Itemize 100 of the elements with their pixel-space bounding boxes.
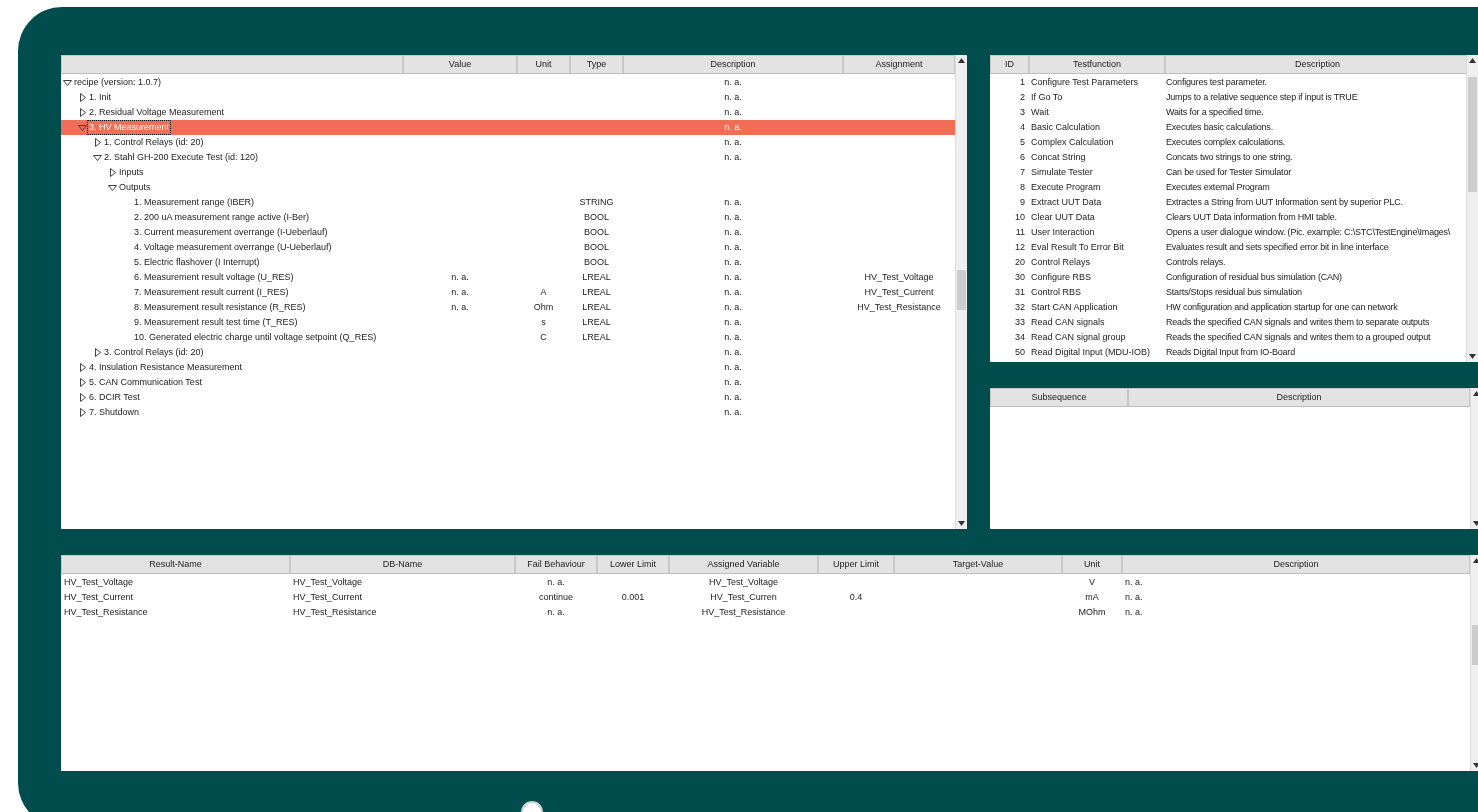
column-header[interactable]: Subsequence [990, 388, 1128, 407]
table-row[interactable]: 10 Clear UUT Data Clears UUT Data information from HMI table. [990, 210, 1466, 225]
tree-row[interactable]: 9. Measurement result test time (T_RES) s LREAL n. a. [61, 315, 955, 330]
scroll-thumb[interactable] [957, 270, 966, 310]
tree-node-label[interactable]: 7. Shutdown [88, 405, 141, 420]
expand-icon[interactable] [95, 138, 101, 147]
tree-row[interactable]: 8. Measurement result resistance (R_RES) n. a. Ohm LREAL n. a. HV_Test_Resistance [61, 300, 955, 315]
expand-icon[interactable] [80, 93, 86, 102]
tree-node-label[interactable]: 5. CAN Communication Test [88, 375, 203, 390]
scroll-down-icon[interactable] [1473, 763, 1478, 768]
tree-node-label[interactable]: 4. Insulation Resistance Measurement [88, 360, 244, 375]
tree-node-label[interactable]: 1. Control Relays (id: 20) [103, 135, 205, 150]
tree-row[interactable]: 7. Measurement result current (I_RES) n. a. A LREAL n. a. HV_Test_Current [61, 285, 955, 300]
tree-row[interactable]: 1. Measurement range (IBER) STRING n. a. [61, 195, 955, 210]
column-header[interactable]: Value [403, 55, 517, 74]
scroll-down-icon[interactable] [1469, 354, 1476, 359]
tree-row[interactable]: 6. DCIR Test n. a. [61, 390, 955, 405]
expand-icon[interactable] [80, 108, 86, 117]
tree-row[interactable]: 5. Electric flashover (I Interrupt) BOOL n. a. [61, 255, 955, 270]
scroll-up-icon[interactable] [1473, 558, 1478, 563]
tree-row[interactable]: Outputs [61, 180, 955, 195]
table-row[interactable]: 6 Concat String Concats two strings to one string. [990, 150, 1466, 165]
tree-row[interactable]: 3. Current measurement overrange (I-Ueberlauf) BOOL n. a. [61, 225, 955, 240]
tree-node-label[interactable]: 1. Init [88, 90, 112, 105]
tree-row[interactable]: 4. Insulation Resistance Measurement n. a. [61, 360, 955, 375]
expand-icon[interactable] [80, 408, 86, 417]
tree-row[interactable]: 4. Voltage measurement overrange (U-Ueberlauf) BOOL n. a. [61, 240, 955, 255]
tree-node-label[interactable]: 6. DCIR Test [88, 390, 141, 405]
table-row[interactable]: 2 If Go To Jumps to a relative sequence step if input is TRUE [990, 90, 1466, 105]
table-row[interactable]: HV_Test_Current HV_Test_Current continue 0.001 HV_Test_Curren 0.4 mA n. a. [61, 590, 1470, 605]
column-header[interactable]: Result-Name [61, 555, 290, 574]
tree-node-label[interactable]: 2. Stahl GH-200 Execute Test (id: 120) [103, 150, 259, 165]
column-header[interactable]: Description [1165, 55, 1466, 74]
table-row[interactable]: 9 Extract UUT Data Extractes a String from UUT Information sent by superior PLC. [990, 195, 1466, 210]
expand-icon[interactable] [80, 363, 86, 372]
column-header[interactable]: ID [990, 55, 1029, 74]
scrollbar[interactable] [955, 55, 967, 529]
collapse-icon[interactable] [93, 154, 102, 161]
collapse-icon[interactable] [63, 79, 72, 86]
table-row[interactable]: 34 Read CAN signal group Reads the specified CAN signals and writes them to a grouped output [990, 330, 1466, 345]
tree-row[interactable]: 1. Control Relays (id: 20) n. a. [61, 135, 955, 150]
table-row[interactable]: 12 Eval Result To Error Bit Evaluates result and sets specified error bit in line interface [990, 240, 1466, 255]
tree-node-label[interactable]: 2. Residual Voltage Measurement [88, 105, 226, 120]
column-header[interactable]: Upper Limit [818, 555, 894, 574]
tree-node-label[interactable]: 3. Current measurement overrange (I-Ueberlauf) [133, 225, 329, 240]
table-row[interactable]: 8 Execute Program Executes external Program [990, 180, 1466, 195]
column-header[interactable]: Fail Behaviour [515, 555, 597, 574]
tree-node-label[interactable]: 5. Electric flashover (I Interrupt) [133, 255, 261, 270]
scroll-down-icon[interactable] [1473, 521, 1478, 526]
tree-row[interactable]: 2. 200 uA measurement range active (I-Ber) BOOL n. a. [61, 210, 955, 225]
expand-icon[interactable] [80, 378, 86, 387]
tree-node-label[interactable]: 4. Voltage measurement overrange (U-Ueberlauf) [133, 240, 333, 255]
column-header[interactable]: Testfunction [1029, 55, 1165, 74]
scroll-up-icon[interactable] [1469, 58, 1476, 63]
table-row[interactable]: 1 Configure Test Parameters Configures test parameter. [990, 75, 1466, 90]
tree-node-label[interactable]: 10. Generated electric charge until voltage setpoint (Q_RES) [133, 330, 378, 345]
column-header[interactable]: DB-Name [290, 555, 515, 574]
tree-row[interactable]: 6. Measurement result voltage (U_RES) n. a. LREAL n. a. HV_Test_Voltage [61, 270, 955, 285]
table-row[interactable]: HV_Test_Resistance HV_Test_Resistance n. a. HV_Test_Resistance MOhm n. a. [61, 605, 1470, 620]
tree-node-label[interactable]: 8. Measurement result resistance (R_RES) [133, 300, 307, 315]
table-row[interactable]: 31 Control RBS Starts/Stops residual bus simulation [990, 285, 1466, 300]
scroll-up-icon[interactable] [1473, 391, 1478, 396]
table-row[interactable]: 7 Simulate Tester Can be used for Tester Simulator [990, 165, 1466, 180]
tree-node-label[interactable]: 6. Measurement result voltage (U_RES) [133, 270, 295, 285]
expand-icon[interactable] [95, 348, 101, 357]
tree-row[interactable]: 3. Control Relays (id: 20) n. a. [61, 345, 955, 360]
table-row[interactable]: 50 Read Digital Input (MDU-IOB) Reads Digital Input from IO-Board [990, 345, 1466, 360]
tree-node-label[interactable]: Inputs [118, 165, 145, 180]
table-row[interactable]: 32 Start CAN Application HW configuration and application startup for one can network [990, 300, 1466, 315]
tree-node-label[interactable]: 1. Measurement range (IBER) [133, 195, 256, 210]
column-header[interactable]: Description [623, 55, 843, 74]
tree-node-label[interactable]: 7. Measurement result current (I_RES) [133, 285, 290, 300]
tree-row[interactable]: 10. Generated electric charge until voltage setpoint (Q_RES) C LREAL n. a. [61, 330, 955, 345]
table-row[interactable]: 11 User Interaction Opens a user dialogue window. (Pic. example: C:\STC\TestEngine\Images\ [990, 225, 1466, 240]
expand-icon[interactable] [110, 168, 116, 177]
tree-node-label[interactable]: 9. Measurement result test time (T_RES) [133, 315, 299, 330]
column-header[interactable]: Assigned Variable [669, 555, 818, 574]
table-row[interactable]: 5 Complex Calculation Executes complex calculations. [990, 135, 1466, 150]
tree-row[interactable]: 5. CAN Communication Test n. a. [61, 375, 955, 390]
table-row[interactable]: HV_Test_Voltage HV_Test_Voltage n. a. HV_Test_Voltage V n. a. [61, 575, 1470, 590]
tree-row[interactable]: 1. Init n. a. [61, 90, 955, 105]
table-row[interactable]: 3 Wait Waits for a specified time. [990, 105, 1466, 120]
column-header[interactable]: Unit [1062, 555, 1122, 574]
column-header[interactable]: Description [1122, 555, 1470, 574]
scroll-up-icon[interactable] [958, 58, 965, 63]
tree-row[interactable]: 7. Shutdown n. a. [61, 405, 955, 420]
tree-row[interactable]: 2. Stahl GH-200 Execute Test (id: 120) n. a. [61, 150, 955, 165]
column-header[interactable]: Target-Value [894, 555, 1062, 574]
table-row[interactable]: 4 Basic Calculation Executes basic calculations. [990, 120, 1466, 135]
expand-icon[interactable] [80, 393, 86, 402]
table-row[interactable]: 20 Control Relays Controls relays. [990, 255, 1466, 270]
tree-node-label[interactable]: recipe (version: 1.0.7) [73, 75, 163, 90]
table-row[interactable]: 30 Configure RBS Configuration of residual bus simulation (CAN) [990, 270, 1466, 285]
column-header[interactable]: Type [570, 55, 623, 74]
scrollbar[interactable] [1466, 55, 1478, 362]
tree-row[interactable]: Inputs [61, 165, 955, 180]
column-header[interactable]: Assignment [843, 55, 955, 74]
tree-node-label[interactable]: 2. 200 uA measurement range active (I-Ber) [133, 210, 311, 225]
column-header[interactable]: Unit [517, 55, 570, 74]
table-row[interactable]: 33 Read CAN signals Reads the specified CAN signals and writes them to separate outputs [990, 315, 1466, 330]
